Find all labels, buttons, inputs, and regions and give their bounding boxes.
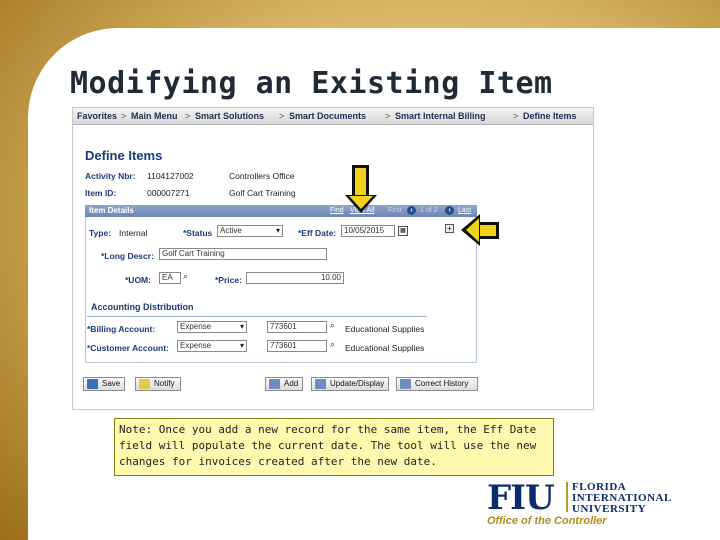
page-title: Define Items bbox=[85, 148, 163, 163]
down-arrow-callout bbox=[352, 165, 369, 197]
eff-date-input[interactable]: 10/05/2015 bbox=[341, 225, 395, 237]
update-display-button[interactable]: Update/Display bbox=[311, 377, 389, 391]
customer-account-label: *Customer Account: bbox=[87, 343, 169, 353]
notify-button[interactable]: Notify bbox=[135, 377, 181, 391]
customer-account-desc: Educational Supplies bbox=[345, 343, 425, 353]
fiu-logo: FIU bbox=[487, 478, 555, 518]
uom-input[interactable]: EA bbox=[159, 272, 181, 284]
price-input[interactable]: 10.00 bbox=[246, 272, 344, 284]
type-label: Type: bbox=[89, 228, 112, 238]
save-button[interactable]: Save bbox=[83, 377, 125, 391]
eff-date-label: *Eff Date: bbox=[298, 228, 337, 238]
activity-value: 1104127002 bbox=[147, 171, 194, 181]
billing-account-label: *Billing Account: bbox=[87, 324, 156, 334]
correct-history-label: Correct History bbox=[415, 379, 469, 388]
long-descr-label: *Long Descr: bbox=[101, 251, 154, 261]
nav-separator: > bbox=[121, 111, 127, 121]
nav-separator: > bbox=[385, 111, 391, 121]
customer-account-input[interactable]: 773601 bbox=[267, 340, 327, 352]
down-arrow-callout-head-fill bbox=[349, 196, 373, 209]
save-icon bbox=[87, 379, 98, 389]
search-icon[interactable]: ⌕ bbox=[330, 339, 335, 350]
find-link[interactable]: Find bbox=[330, 207, 344, 214]
search-icon[interactable]: ⌕ bbox=[183, 271, 188, 282]
type-value: Internal bbox=[119, 228, 148, 238]
item-id-value: 000007271 bbox=[147, 188, 190, 198]
update-display-label: Update/Display bbox=[330, 379, 385, 388]
left-arrow-callout bbox=[479, 222, 499, 239]
correct-history-button[interactable]: Correct History bbox=[396, 377, 478, 391]
nav-separator: > bbox=[513, 111, 519, 121]
left-arrow-callout-head-fill bbox=[466, 218, 479, 242]
status-label: *Status bbox=[183, 228, 213, 238]
note-box: Note: Once you add a new record for the … bbox=[114, 418, 554, 476]
billing-account-desc: Educational Supplies bbox=[345, 324, 425, 334]
accounting-distribution-title: Accounting Distribution bbox=[91, 302, 194, 312]
notify-label: Notify bbox=[154, 379, 175, 388]
activity-label: Activity Nbr: bbox=[85, 171, 136, 181]
item-id-desc: Golf Cart Training bbox=[229, 188, 296, 198]
office-of-controller: Office of the Controller bbox=[487, 515, 607, 527]
status-select[interactable]: Active bbox=[217, 225, 283, 237]
last-link[interactable]: Last bbox=[458, 207, 471, 214]
correct-history-icon bbox=[400, 379, 411, 389]
long-descr-input[interactable]: Golf Cart Training bbox=[159, 248, 327, 260]
first-link[interactable]: First bbox=[388, 207, 402, 214]
nav-main-menu[interactable]: Main Menu bbox=[131, 111, 178, 121]
menu-bar: Favorites > Main Menu > Smart Solutions … bbox=[73, 108, 593, 125]
nav-separator: > bbox=[279, 111, 285, 121]
logo-divider bbox=[566, 482, 568, 512]
uom-label: *UOM: bbox=[125, 275, 151, 285]
nav-smart-solutions[interactable]: Smart Solutions bbox=[195, 111, 264, 121]
nav-favorites[interactable]: Favorites bbox=[77, 111, 117, 121]
add-label: Add bbox=[284, 379, 299, 388]
search-icon[interactable]: ⌕ bbox=[330, 320, 335, 331]
item-details-title: Item Details bbox=[89, 206, 134, 215]
divider bbox=[87, 316, 427, 317]
add-row-icon[interactable]: + bbox=[445, 224, 454, 233]
peoplesoft-screenshot: Favorites > Main Menu > Smart Solutions … bbox=[72, 107, 594, 410]
activity-desc: Controllers Office bbox=[229, 171, 295, 181]
slide-title: Modifying an Existing Item bbox=[70, 66, 553, 101]
nav-smart-internal-billing[interactable]: Smart Internal Billing bbox=[395, 111, 486, 121]
nav-separator: > bbox=[185, 111, 191, 121]
billing-account-input[interactable]: 773601 bbox=[267, 321, 327, 333]
billing-type-select[interactable]: Expense bbox=[177, 321, 247, 333]
add-button[interactable]: Add bbox=[265, 377, 303, 391]
pager-text: 1 of 2 bbox=[420, 207, 438, 214]
add-icon bbox=[269, 379, 280, 389]
item-details-header: Item Details Find View All First ‹ 1 of … bbox=[85, 205, 477, 217]
logo-line-university: UNIVERSITY bbox=[572, 503, 647, 515]
calendar-icon[interactable]: ▦ bbox=[398, 226, 408, 236]
nav-smart-documents[interactable]: Smart Documents bbox=[289, 111, 366, 121]
next-icon[interactable]: › bbox=[445, 206, 454, 215]
nav-define-items[interactable]: Define Items bbox=[523, 111, 577, 121]
notify-icon bbox=[139, 379, 150, 389]
item-id-label: Item ID: bbox=[85, 188, 117, 198]
customer-type-select[interactable]: Expense bbox=[177, 340, 247, 352]
previous-icon[interactable]: ‹ bbox=[407, 206, 416, 215]
update-display-icon bbox=[315, 379, 326, 389]
price-label: *Price: bbox=[215, 275, 242, 285]
save-label: Save bbox=[102, 379, 121, 388]
